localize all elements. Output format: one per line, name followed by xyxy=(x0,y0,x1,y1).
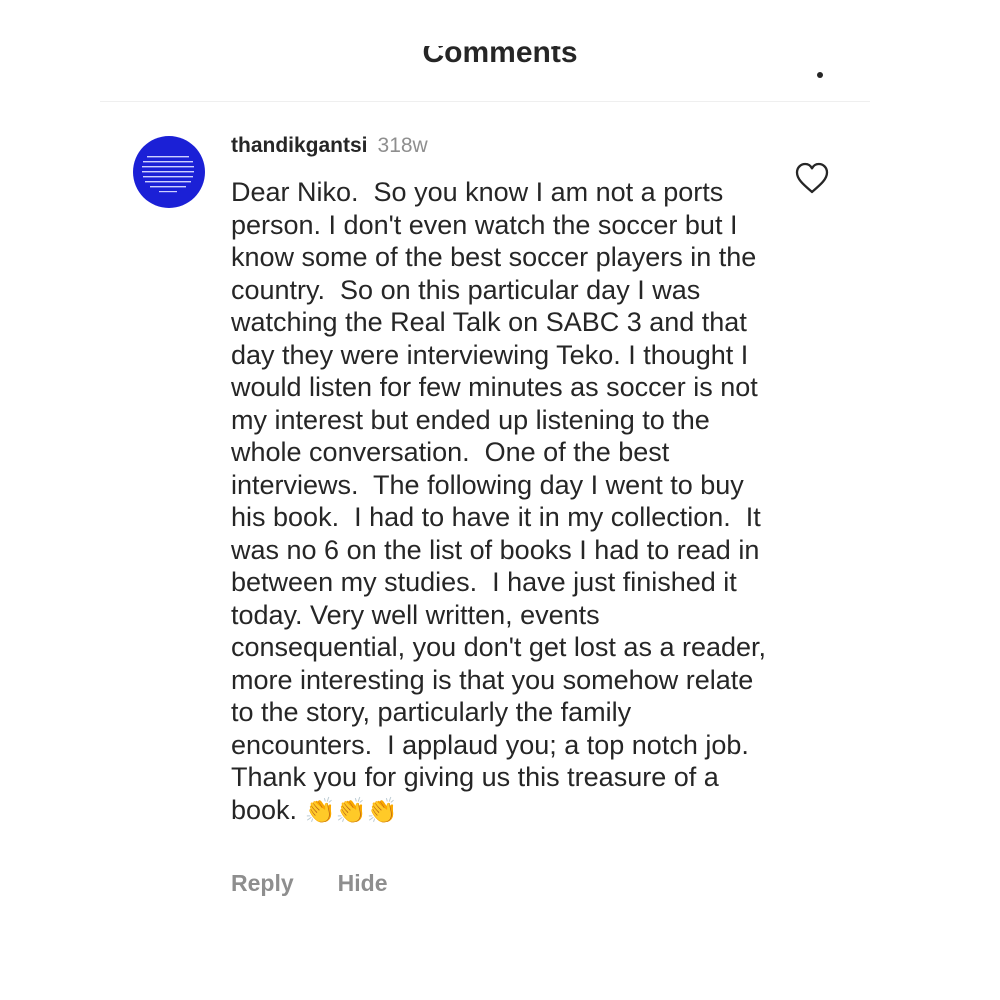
avatar[interactable] xyxy=(133,136,205,208)
reply-button[interactable]: Reply xyxy=(231,870,294,897)
comment-text: Dear Niko. So you know I am not a ports … xyxy=(231,176,771,827)
page-title: Comments xyxy=(0,46,1000,76)
page-title-text: Comments xyxy=(422,46,578,69)
clapping-hands-icon: 👏👏👏 xyxy=(304,796,398,825)
cut-off-row xyxy=(280,930,500,938)
comment-body: Dear Niko. So you know I am not a ports … xyxy=(231,177,774,825)
vertical-dots-icon xyxy=(817,72,823,78)
avatar-image xyxy=(142,156,194,193)
comment: thandikgantsi 318w Dear Niko. So you know… xyxy=(231,128,771,827)
hide-button[interactable]: Hide xyxy=(338,870,388,897)
comment-actions: Reply Hide xyxy=(231,870,431,897)
comment-meta: thandikgantsi 318w xyxy=(231,128,771,164)
timestamp: 318w xyxy=(377,134,428,157)
header-divider xyxy=(100,101,870,102)
heart-outline-icon[interactable] xyxy=(794,161,830,195)
username[interactable]: thandikgantsi xyxy=(231,134,368,157)
more-options-button[interactable] xyxy=(812,58,828,80)
